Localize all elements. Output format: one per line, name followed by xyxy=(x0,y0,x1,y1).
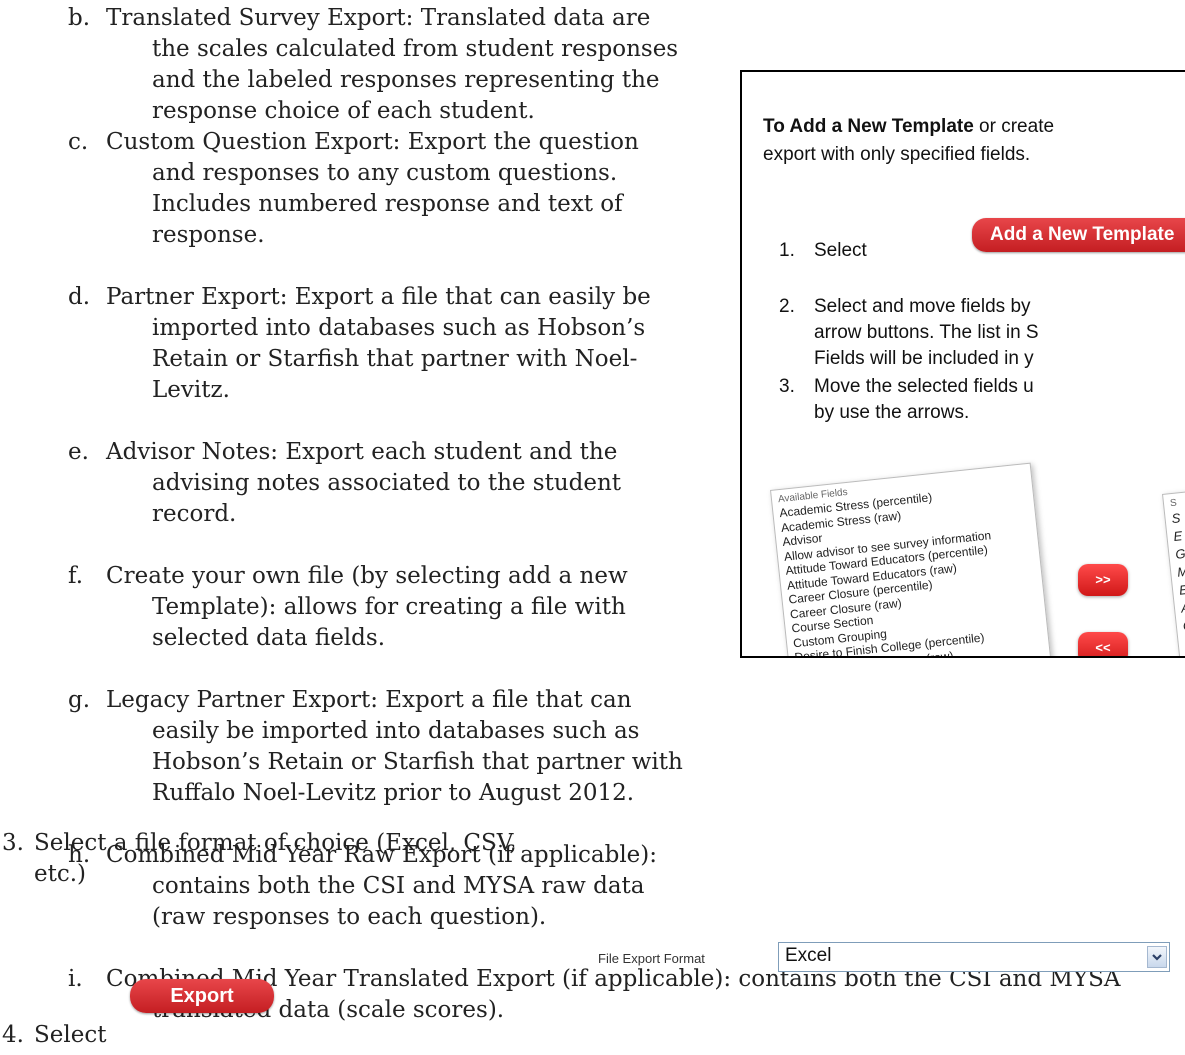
export-type-line: easily be imported into databases such a… xyxy=(152,718,640,744)
note-intro-rest: or create xyxy=(973,116,1055,137)
export-type-line: selected data fields. xyxy=(152,625,385,651)
add-new-template-label: Add a New Template xyxy=(990,224,1175,245)
export-type-line: Advisor Notes: Export each student and t… xyxy=(106,439,618,465)
export-type-line: Ruffalo Noel-Levitz prior to August 2012… xyxy=(152,780,635,806)
add-new-template-button[interactable]: Add a New Template xyxy=(972,218,1185,252)
export-type-line: response choice of each student. xyxy=(152,98,535,124)
dropdown-arrow-button[interactable] xyxy=(1147,946,1167,968)
export-button[interactable]: Export xyxy=(130,979,274,1013)
step-3-marker: 3. xyxy=(2,830,24,856)
export-type-line: response. xyxy=(152,222,265,248)
chevron-down-icon xyxy=(1152,954,1162,961)
export-type-marker: g. xyxy=(68,687,91,713)
template-note-box: To Add a New Template or create export w… xyxy=(740,70,1185,658)
selected-fields: SEGMErAcCuCoFirsLas xyxy=(1171,502,1185,656)
note-step-number: 2. xyxy=(779,296,795,317)
move-right-button[interactable]: >> xyxy=(1078,564,1128,596)
note-step-line: by use the arrows. xyxy=(814,402,970,423)
export-type-line: Create your own file (by selecting add a… xyxy=(106,563,628,589)
note-step-line: Move the selected fields u xyxy=(814,376,1034,397)
export-type-marker: e. xyxy=(68,439,89,465)
export-type-line: Retain or Starfish that partner with Noe… xyxy=(152,346,638,372)
export-type-line: advising notes associated to the student xyxy=(152,470,622,496)
export-type-line: (raw responses to each question). xyxy=(152,904,547,930)
export-type-marker: f. xyxy=(68,563,84,589)
export-type-line: Template): allows for creating a file wi… xyxy=(152,594,626,620)
step-4-marker: 4. xyxy=(2,1022,24,1048)
export-type-marker: b. xyxy=(68,5,91,31)
step-4: 4. Select xyxy=(0,1020,400,1051)
export-button-label: Export xyxy=(170,985,234,1007)
export-type-line: and the labeled responses representing t… xyxy=(152,67,660,93)
export-type-line: Levitz. xyxy=(152,377,230,403)
export-type-line: Translated Survey Export: Translated dat… xyxy=(106,5,651,31)
export-type-line: the scales calculated from student respo… xyxy=(152,36,679,62)
note-step-line: Select xyxy=(814,240,867,261)
note-step-number: 1. xyxy=(779,240,795,261)
note-step-line: Select and move fields by xyxy=(814,296,1031,317)
export-type-line: Partner Export: Export a file that can e… xyxy=(106,284,651,310)
move-left-label: << xyxy=(1095,640,1111,655)
export-type-line: record. xyxy=(152,501,237,527)
selected-fields-title: S xyxy=(1169,497,1178,510)
step-4-text: Select xyxy=(34,1022,107,1048)
note-intro-bold: To Add a New Template xyxy=(763,116,974,137)
file-export-format-select[interactable]: Excel xyxy=(778,942,1170,972)
available-fields: Academic Stress (percentile) Academic Str… xyxy=(779,480,1047,656)
available-fields-list[interactable]: Available Fields Academic Stress (percen… xyxy=(770,462,1056,656)
note-intro-line2: export with only specified fields. xyxy=(763,144,1031,165)
export-type-line: and responses to any custom questions. xyxy=(152,160,618,186)
export-type-line: Hobson’s Retain or Starfish that partner… xyxy=(152,749,683,775)
export-type-marker: d. xyxy=(68,284,91,310)
file-export-format-value: Excel xyxy=(785,945,832,966)
file-export-format-label: File Export Format xyxy=(598,951,705,966)
export-type-line: Custom Question Export: Export the quest… xyxy=(106,129,639,155)
export-type-line: Includes numbered response and text of xyxy=(152,191,623,217)
note-step-line: arrow buttons. The list in S xyxy=(814,322,1039,343)
export-type-marker: c. xyxy=(68,129,89,155)
step-3-line: Select a file format of choice (Excel, C… xyxy=(34,830,517,856)
note-step-line: Fields will be included in y xyxy=(814,348,1034,369)
move-left-button[interactable]: << xyxy=(1078,632,1128,656)
note-intro: To Add a New Template or create xyxy=(763,113,1054,141)
export-type-line: Legacy Partner Export: Export a file tha… xyxy=(106,687,632,713)
step-3-line: etc.) xyxy=(34,861,87,887)
move-right-label: >> xyxy=(1095,572,1111,587)
selected-fields-list[interactable]: S SEGMErAcCuCoFirsLas xyxy=(1162,484,1185,656)
note-step-number: 3. xyxy=(779,376,795,397)
export-type-line: imported into databases such as Hobson’s xyxy=(152,315,646,341)
export-type-marker: i. xyxy=(68,966,83,992)
